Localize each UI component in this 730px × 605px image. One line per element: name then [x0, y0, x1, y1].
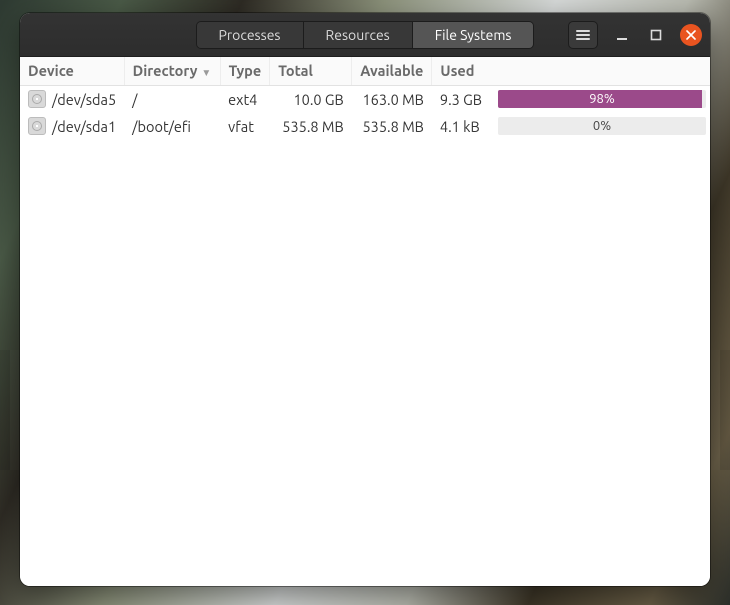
- col-type[interactable]: Type: [220, 57, 270, 85]
- cell-device: /dev/sda5: [20, 86, 124, 113]
- tab-filesystems[interactable]: File Systems: [413, 22, 534, 48]
- headerbar-right: [568, 13, 702, 56]
- cell-used: 9.3 GB: [432, 85, 490, 113]
- headerbar: Processes Resources File Systems: [20, 13, 710, 57]
- hamburger-icon: [576, 30, 590, 40]
- sort-indicator-icon: ▼: [201, 67, 211, 78]
- minimize-button[interactable]: [612, 25, 632, 45]
- disk-icon: [28, 117, 46, 135]
- filesystems-view: Device Directory▼ Type Total Available U…: [20, 57, 710, 586]
- usage-bar-label: 0%: [498, 117, 706, 135]
- maximize-button[interactable]: [646, 25, 666, 45]
- maximize-icon: [650, 29, 662, 41]
- usage-bar: 98%: [498, 90, 706, 108]
- cell-used-bar: 98%: [490, 85, 710, 113]
- tab-processes[interactable]: Processes: [197, 22, 304, 48]
- col-directory[interactable]: Directory▼: [124, 57, 220, 85]
- desktop-background: Processes Resources File Systems: [0, 0, 730, 605]
- table-row[interactable]: /dev/sda5 / ext4 10.0 GB 163.0 MB 9.3 GB…: [20, 85, 710, 113]
- system-monitor-window: Processes Resources File Systems: [20, 13, 710, 586]
- table-row[interactable]: /dev/sda1 /boot/efi vfat 535.8 MB 535.8 …: [20, 113, 710, 140]
- table-body: /dev/sda5 / ext4 10.0 GB 163.0 MB 9.3 GB…: [20, 85, 710, 140]
- cell-directory: /boot/efi: [124, 113, 220, 140]
- cell-used-bar: 0%: [490, 113, 710, 140]
- cell-device: /dev/sda1: [20, 113, 124, 140]
- table-header-row: Device Directory▼ Type Total Available U…: [20, 57, 710, 85]
- cell-total: 10.0 GB: [270, 85, 352, 113]
- col-device[interactable]: Device: [20, 57, 124, 85]
- close-icon: [686, 30, 696, 40]
- cell-available: 535.8 MB: [352, 113, 432, 140]
- device-name: /dev/sda1: [52, 118, 116, 135]
- close-button[interactable]: [680, 24, 702, 46]
- cell-type: ext4: [220, 85, 270, 113]
- col-used[interactable]: Used: [432, 57, 710, 85]
- cell-total: 535.8 MB: [270, 113, 352, 140]
- cell-available: 163.0 MB: [352, 85, 432, 113]
- filesystems-table: Device Directory▼ Type Total Available U…: [20, 57, 710, 140]
- usage-bar: 0%: [498, 117, 706, 135]
- view-switcher: Processes Resources File Systems: [196, 21, 535, 49]
- menu-button[interactable]: [568, 21, 598, 49]
- minimize-icon: [616, 29, 628, 41]
- device-name: /dev/sda5: [52, 91, 116, 108]
- tab-resources[interactable]: Resources: [304, 22, 413, 48]
- cell-used: 4.1 kB: [432, 113, 490, 140]
- col-total[interactable]: Total: [270, 57, 352, 85]
- cell-type: vfat: [220, 113, 270, 140]
- col-directory-label: Directory: [133, 62, 198, 79]
- cell-directory: /: [124, 85, 220, 113]
- disk-icon: [28, 90, 46, 108]
- col-available[interactable]: Available: [352, 57, 432, 85]
- usage-bar-label: 98%: [498, 90, 706, 108]
